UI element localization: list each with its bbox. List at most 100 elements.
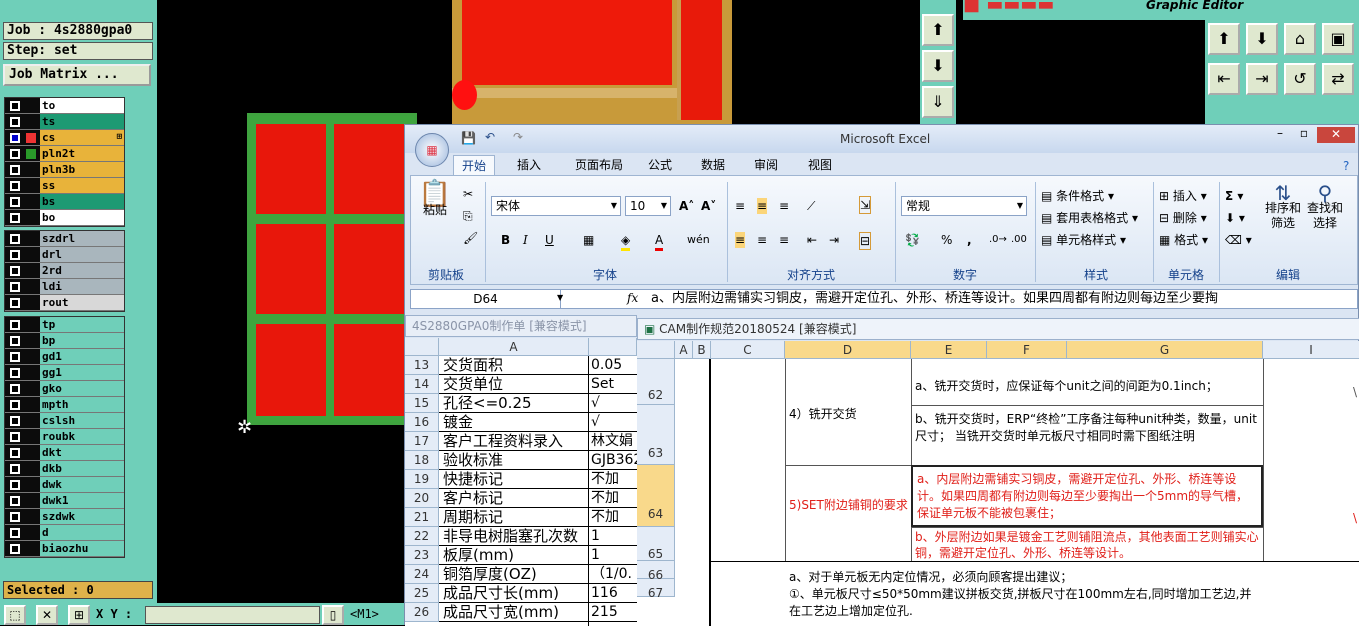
wb1-cell-a[interactable]: 成品尺寸长(mm) [443,584,587,603]
align-left-icon[interactable]: ≡ [735,232,746,248]
wb1-cell-a[interactable]: 客户工程资料录入 [443,432,587,451]
layer-down-icon[interactable]: ⬇ [922,50,954,82]
format-painter-icon[interactable]: 🖌 [463,230,478,246]
layer-name[interactable]: ss [40,178,124,193]
cross-tool-icon[interactable]: ✕ [36,605,58,625]
wb1-row-header[interactable]: 16 [405,413,439,432]
wb1-cell-b[interactable]: Set [591,375,637,394]
wb2-col-header[interactable]: G [1067,341,1263,359]
layer-name[interactable]: gko [40,381,124,396]
wb2-row-header[interactable]: 65 [637,527,675,561]
wb2-row-header[interactable]: 64 [637,465,675,527]
wb1-row-header[interactable]: 22 [405,527,439,546]
layer-name[interactable]: ldi [40,279,124,294]
layer-row-gko[interactable]: gko [5,381,124,397]
align-top-icon[interactable]: ≡ [735,198,745,214]
wb2-col-header[interactable]: D [785,341,911,359]
wb1-cell-b[interactable]: 1 [591,527,637,546]
wb1-cell-a[interactable]: 周期标记 [443,508,587,527]
save-icon[interactable]: 💾 [461,131,476,145]
wb1-row-header[interactable]: 20 [405,489,439,508]
layer-row-pln2t[interactable]: pln2t [5,146,124,162]
layer-checkbox[interactable] [10,528,20,538]
layer-row-szdwk[interactable]: szdwk [5,509,124,525]
underline-icon[interactable]: U [545,232,554,248]
frame-icon[interactable]: ▣ [1322,23,1354,55]
close-icon[interactable]: ✕ [1317,127,1355,143]
move-up-icon[interactable]: ⬆ [1208,23,1240,55]
comma-icon[interactable]: , [967,232,972,248]
increase-decimal-icon[interactable]: .0→ [989,232,1007,248]
clear-icon[interactable]: ⌫ ▾ [1225,232,1252,248]
layer-name[interactable]: drl [40,247,124,262]
xy-input[interactable] [145,606,320,624]
wrap-text-icon[interactable]: ⇲ [859,196,872,214]
toggle-button[interactable]: ▯ [322,605,344,625]
wb2-row-header[interactable]: 66 [637,561,675,582]
layer-name[interactable]: bo [40,210,124,225]
layer-row-gg1[interactable]: gg1 [5,365,124,381]
layer-name[interactable]: bp [40,333,124,348]
layer-row-bo[interactable]: bo [5,210,124,226]
layer-name[interactable]: biaozhu [40,541,124,556]
format-cell-button[interactable]: ▦ 格式 ▾ [1159,232,1208,248]
wb2-row-header[interactable]: 62 [637,359,675,405]
wb1-cell-b[interactable]: 215 [591,603,637,622]
layer-name[interactable]: ts [40,114,124,129]
cell-d63[interactable]: b、铣开交货时，ERP“终检”工序备注每种unit种类，数量，unit尺寸； 当… [915,411,1261,445]
tab-3[interactable]: 公式 [640,155,680,175]
wb1-cell-a[interactable]: 镀金 [443,413,587,432]
layer-name[interactable]: dkt [40,445,124,460]
move-down-icon[interactable]: ⬇ [1246,23,1278,55]
increase-indent-icon[interactable]: ⇥ [829,232,839,248]
redo-icon[interactable]: ↷ [513,130,523,144]
wb2-col-header[interactable]: I [1263,341,1359,359]
layer-checkbox[interactable] [10,250,20,260]
wb1-col-a[interactable]: A [439,338,589,356]
find-select-button[interactable]: ⚲ 查找和 选择 [1305,183,1345,231]
wb1-cell-b[interactable]: 不加 [591,489,637,508]
layer-checkbox[interactable] [10,352,20,362]
layer-name[interactable]: d [40,525,124,540]
wb1-row-header[interactable]: 17 [405,432,439,451]
tab-2[interactable]: 页面布局 [567,155,631,175]
layer-checkbox[interactable] [10,165,20,175]
wb1-cell-a[interactable]: 客户标记 [443,489,587,508]
insert-cell-button[interactable]: ⊞ 插入 ▾ [1159,188,1207,204]
layer-name[interactable]: rout [40,295,124,310]
copy-icon[interactable]: ⎘ [463,208,473,224]
cell-d66[interactable]: a、对于单元板无内定位情况，必须向顾客提出建议； ①、单元板尺寸≤50*50mm… [789,569,1259,620]
layer-name[interactable]: dkb [40,461,124,476]
wb1-row-header[interactable]: 19 [405,470,439,489]
layer-row-cs[interactable]: cs ⊞ [5,130,124,146]
bold-icon[interactable]: B [501,232,510,248]
layer-name[interactable]: dwk [40,477,124,492]
layer-name[interactable]: szdrl [40,231,124,246]
tab-4[interactable]: 数据 [693,155,733,175]
layer-row-dkt[interactable]: dkt [5,445,124,461]
minimize-icon[interactable]: – [1269,127,1291,141]
wb1-cell-b[interactable]: √ [591,394,637,413]
merge-center-icon[interactable]: ⊟ [859,232,872,250]
wb1-cell-b[interactable]: 1 [591,546,637,565]
wb1-cell-a[interactable]: 交货面积 [443,356,587,375]
layer-row-2rd[interactable]: 2rd [5,263,124,279]
font-color-icon[interactable]: A [655,232,664,251]
office-button-icon[interactable]: ▦ [415,133,449,167]
cell-d64[interactable]: a、内层附边需铺实习铜皮，需避开定位孔、外形、桥连等设计。如果四周都有附边则每边… [911,465,1263,527]
layer-name[interactable]: mpth [40,397,124,412]
layer-row-dkb[interactable]: dkb [5,461,124,477]
layer-row-gd1[interactable]: gd1 [5,349,124,365]
layer-name[interactable]: gd1 [40,349,124,364]
font-name-select[interactable]: 宋体 ▼ [491,196,621,216]
layer-row-pln3b[interactable]: pln3b [5,162,124,178]
align-bottom-icon[interactable]: ≡ [779,198,789,214]
wb1-row-header[interactable]: 13 [405,356,439,375]
wb1-cell-a[interactable]: 成品尺寸宽(mm) [443,603,587,622]
number-format-select[interactable]: 常规 ▼ [901,196,1027,216]
layer-checkbox[interactable] [10,464,20,474]
paste-button[interactable]: 📋 粘贴 [417,181,453,246]
decrease-decimal-icon[interactable]: .00 [1011,232,1027,248]
move-left-icon[interactable]: ⇤ [1208,63,1240,95]
workbook2-title[interactable]: ▣ CAM制作规范20180524 [兼容模式] [637,318,1359,340]
